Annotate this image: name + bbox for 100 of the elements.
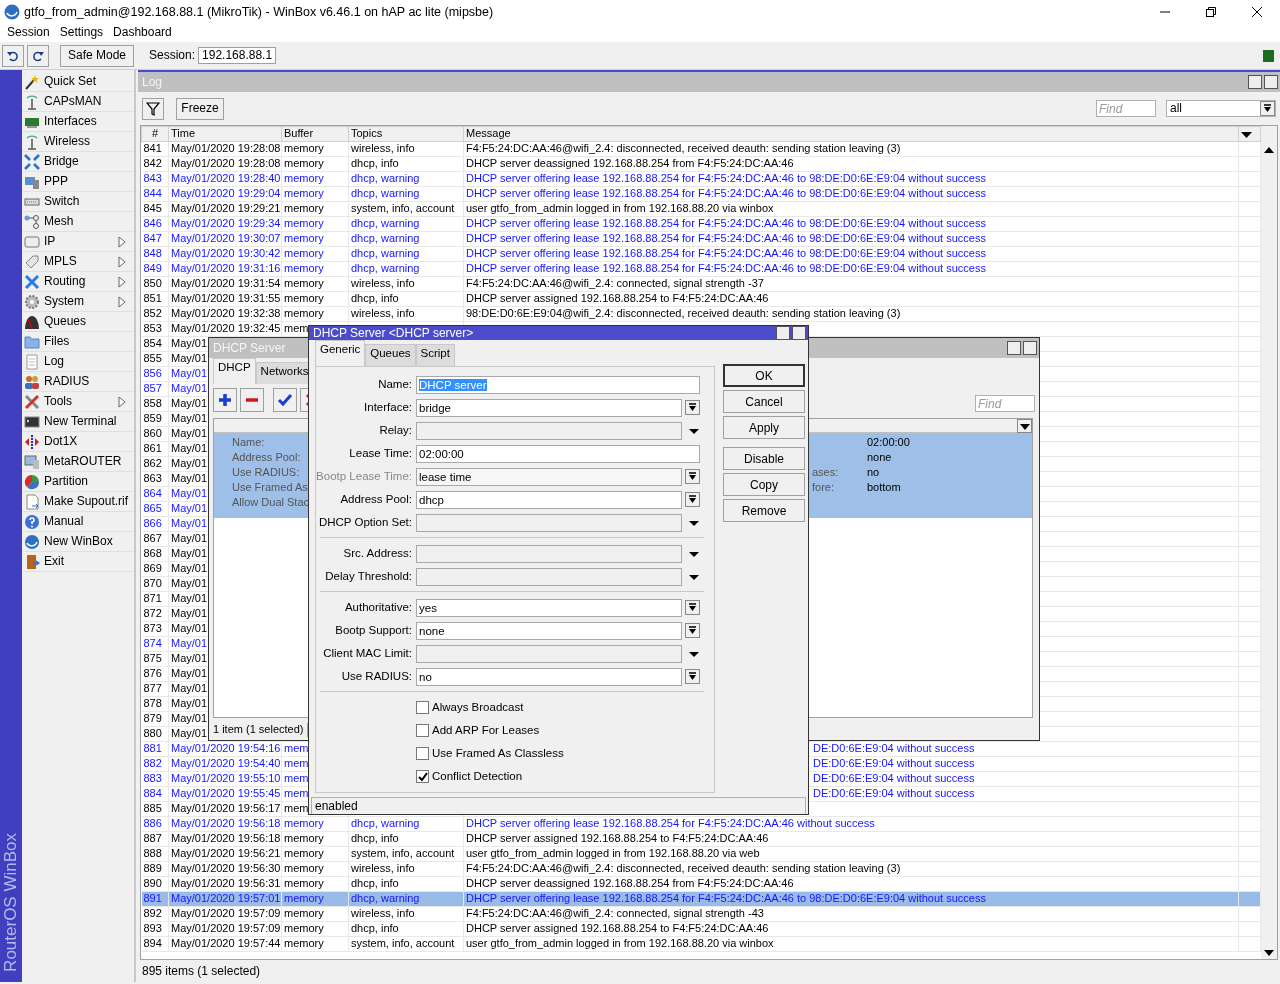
dialog-button[interactable]: Cancel [723,390,805,414]
sidebar-item[interactable]: Mesh [22,212,134,232]
sidebar-item[interactable]: MetaROUTER [22,452,134,472]
table-cell: DHCP server offering lease 192.168.88.254 for F4:F5:24:DC:AA:46 to 98:DE:D0:6E:E9:04 without success [463,246,1239,262]
maximize-button[interactable] [776,326,790,341]
filter-select[interactable]: all [1166,100,1276,117]
menu-item[interactable]: Dashboard [108,24,177,42]
sidebar-item[interactable]: Partition [22,472,134,492]
sidebar-item[interactable]: CAPsMAN [22,92,134,112]
combo-field[interactable]: no [416,667,682,686]
sidebar-item[interactable]: Tools [22,392,134,412]
find-field[interactable]: Find [975,395,1035,412]
close-button[interactable] [1264,75,1278,89]
sidebar-item[interactable]: Interfaces [22,112,134,132]
table-cell: 892 [141,906,169,922]
sidebar-item[interactable]: Log [22,352,134,372]
dialog-button[interactable]: Apply [723,416,805,440]
dialog-button[interactable]: Remove [723,499,805,523]
combo-button[interactable] [685,600,700,616]
sidebar-item[interactable]: New WinBox [22,532,134,552]
sidebar-item[interactable]: Bridge [22,152,134,172]
table-cell: memory [281,861,349,877]
column-header[interactable]: Time [168,126,282,142]
combo-field[interactable]: none [416,621,682,640]
close-button[interactable] [792,326,806,341]
checkbox[interactable] [416,724,429,738]
sidebar-item[interactable]: MPLS [22,252,134,272]
combo-field[interactable]: dhcp [416,490,682,509]
safe-mode-button[interactable]: Safe Mode [60,44,134,67]
sidebar-item[interactable]: System [22,292,134,312]
redo-button[interactable] [27,44,49,67]
dropdown-field[interactable] [416,544,682,563]
table-cell: May/01/2020 19:55:10 [168,771,282,787]
sidebar-item[interactable]: Dot1X [22,432,134,452]
dialog-button[interactable]: Copy [723,473,805,497]
checkbox[interactable] [416,701,429,715]
sidebar-item[interactable]: Quick Set [22,72,134,92]
column-menu-button[interactable] [1017,419,1032,433]
combo-button[interactable] [685,492,700,508]
column-header[interactable]: # [141,126,169,142]
column-header[interactable]: Topics [348,126,464,142]
input-field[interactable]: 02:00:00 [416,444,700,463]
dropdown-field[interactable] [416,567,682,586]
sidebar-item[interactable]: Switch [22,192,134,212]
tab[interactable]: DHCP [213,358,256,384]
freeze-button[interactable]: Freeze [176,97,224,120]
sidebar-item[interactable]: Manual [22,512,134,532]
dialog-button[interactable]: Disable [723,447,805,471]
dropdown-field[interactable] [416,421,682,440]
table-cell: 877 [141,681,169,697]
table-cell: 889 [141,861,169,877]
sidebar-item[interactable]: New Terminal [22,412,134,432]
combo-button[interactable] [685,469,700,485]
table-cell: wireless, info [348,906,464,922]
sidebar-item[interactable]: Wireless [22,132,134,152]
combo-field[interactable]: bridge [416,398,682,417]
remove-button[interactable] [240,388,264,412]
tab[interactable]: Script [415,344,455,367]
sidebar-item[interactable]: Routing [22,272,134,292]
dropdown-icon [687,471,698,483]
sidebar-item[interactable]: IP [22,232,134,252]
table-cell: 858 [141,396,169,412]
sidebar-item[interactable]: Files [22,332,134,352]
column-header[interactable]: Message [463,126,1239,142]
tab[interactable]: Generic [315,340,366,367]
sidebar-item[interactable]: RADIUS [22,372,134,392]
menu-item[interactable]: Settings [54,24,109,42]
checkbox[interactable] [416,770,429,784]
menu-item[interactable]: Session [2,24,55,42]
sidebar-item[interactable]: PPP [22,172,134,192]
check-icon [417,771,428,782]
dropdown-icon [687,671,698,683]
tab[interactable]: Queues [365,344,416,367]
column-menu-button[interactable] [1238,126,1261,142]
add-button[interactable] [213,388,237,412]
dialog-button[interactable]: OK [723,364,805,388]
table-cell: 876 [141,666,169,682]
filter-button[interactable] [142,97,164,120]
sidebar-item[interactable]: Queues [22,312,134,332]
find-field[interactable]: Find [1096,100,1156,117]
undo-button[interactable] [2,44,24,67]
sidebar-item[interactable]: Make Supout.rif [22,492,134,512]
enable-button[interactable] [273,388,297,412]
combo-button[interactable] [685,623,700,639]
combo-button[interactable] [685,400,700,416]
maximize-button[interactable] [1007,341,1021,355]
combo-field[interactable]: yes [416,598,682,617]
table-cell: 846 [141,216,169,232]
table-cell: 883 [141,771,169,787]
combo-button[interactable] [685,669,700,685]
close-button[interactable] [1023,341,1037,355]
scrollbar[interactable] [1261,126,1277,959]
dropdown-field[interactable] [416,513,682,532]
table-cell: May/01/2020 19:57:09 [168,906,282,922]
table-cell: dhcp, warning [348,261,464,277]
dropdown-field[interactable] [416,644,682,663]
checkbox[interactable] [416,747,429,761]
maximize-button[interactable] [1248,75,1262,89]
sidebar-item[interactable]: Exit [22,552,134,572]
column-header[interactable]: Buffer [281,126,349,142]
